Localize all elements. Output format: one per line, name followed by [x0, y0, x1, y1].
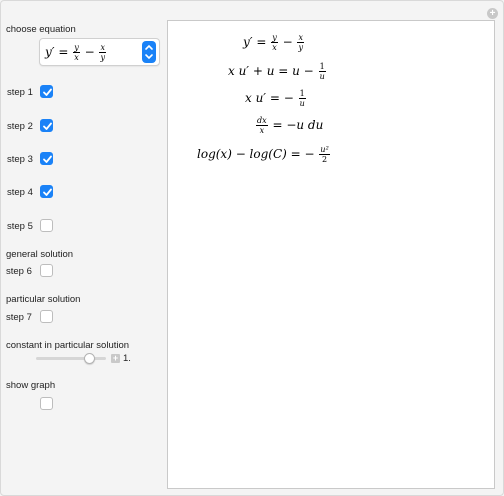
- line2-text: x u′ + u = u −: [228, 64, 314, 78]
- step-5-checkbox[interactable]: [40, 219, 53, 232]
- step-2-label: step 2: [7, 121, 33, 132]
- line1-frac-1: yx: [271, 33, 278, 52]
- line3-text: x u′ = −: [245, 91, 294, 105]
- constant-slider-track[interactable]: [36, 357, 106, 360]
- expand-plus-icon[interactable]: +: [487, 8, 498, 19]
- checkmark-icon: [43, 88, 52, 96]
- step-6-checkbox[interactable]: [40, 264, 53, 277]
- derivation-line-1: y′ = yx − xy: [243, 33, 305, 52]
- line1-frac1-num: y: [271, 33, 278, 43]
- line3-frac-den: u: [299, 99, 305, 108]
- checkmark-icon: [43, 155, 52, 163]
- equation-frac-2: xy: [99, 43, 106, 62]
- step-7-label: step 7: [6, 312, 32, 323]
- equation-selector[interactable]: y′ = yx − xy: [39, 38, 160, 66]
- step-4-label: step 4: [7, 187, 33, 198]
- line5-frac-den: 2: [322, 155, 328, 164]
- particular-solution-label: particular solution: [6, 294, 81, 305]
- step-7-checkbox[interactable]: [40, 310, 53, 323]
- line2-frac: 1u: [318, 62, 326, 81]
- show-graph-checkbox[interactable]: [40, 397, 53, 410]
- slider-expand-plus-icon[interactable]: +: [111, 354, 120, 363]
- derivation-line-5: log(x) − log(C) = − u² 2: [197, 145, 331, 164]
- step-4-checkbox[interactable]: [40, 185, 53, 198]
- line5-frac: u² 2: [319, 145, 330, 164]
- checkmark-icon: [43, 122, 52, 130]
- frac2-num: x: [99, 43, 106, 53]
- output-panel: y′ = yx − xy x u′ + u = u − 1u x u′ = − …: [167, 20, 495, 489]
- step-5-label: step 5: [7, 221, 33, 232]
- line1-lhs: y′ =: [243, 35, 267, 49]
- equation-minus: −: [84, 45, 95, 59]
- step-6-label: step 6: [6, 266, 32, 277]
- equation-lhs: y′ =: [45, 45, 69, 59]
- derivation-line-2: x u′ + u = u − 1u: [228, 62, 327, 81]
- line4-frac-num: dx: [256, 116, 268, 126]
- selected-equation: y′ = yx − xy: [45, 43, 107, 62]
- line2-frac-num: 1: [318, 62, 326, 72]
- step-3-checkbox[interactable]: [40, 152, 53, 165]
- frac1-den: x: [74, 53, 79, 62]
- choose-equation-label: choose equation: [6, 24, 76, 35]
- step-3-label: step 3: [7, 154, 33, 165]
- frac1-num: y: [73, 43, 80, 53]
- derivation-line-3: x u′ = − 1u: [245, 89, 307, 108]
- line4-frac: dx x: [256, 116, 268, 135]
- line1-minus: −: [282, 35, 293, 49]
- step-1-label: step 1: [7, 87, 33, 98]
- show-graph-label: show graph: [6, 380, 56, 391]
- chevron-updown-icon[interactable]: [142, 41, 156, 63]
- line1-frac2-num: x: [297, 33, 304, 43]
- constant-label: constant in particular solution: [6, 340, 130, 351]
- line4-rhs: = −u du: [272, 118, 324, 132]
- line1-frac-2: xy: [297, 33, 304, 52]
- general-solution-label: general solution: [6, 249, 74, 260]
- line5-frac-num: u²: [319, 145, 330, 155]
- checkmark-icon: [43, 188, 52, 196]
- step-2-checkbox[interactable]: [40, 119, 53, 132]
- line4-frac-den: x: [259, 126, 265, 135]
- derivation-line-4: dx x = −u du: [255, 116, 323, 135]
- line5-text: log(x) − log(C) = −: [197, 147, 315, 161]
- line3-frac: 1u: [298, 89, 306, 108]
- line2-frac-den: u: [319, 72, 325, 81]
- constant-value: 1.: [123, 353, 131, 364]
- frac2-den: y: [100, 53, 105, 62]
- line3-frac-num: 1: [298, 89, 306, 99]
- equation-frac-1: yx: [73, 43, 80, 62]
- step-1-checkbox[interactable]: [40, 85, 53, 98]
- line1-frac1-den: x: [272, 43, 277, 52]
- line1-frac2-den: y: [298, 43, 303, 52]
